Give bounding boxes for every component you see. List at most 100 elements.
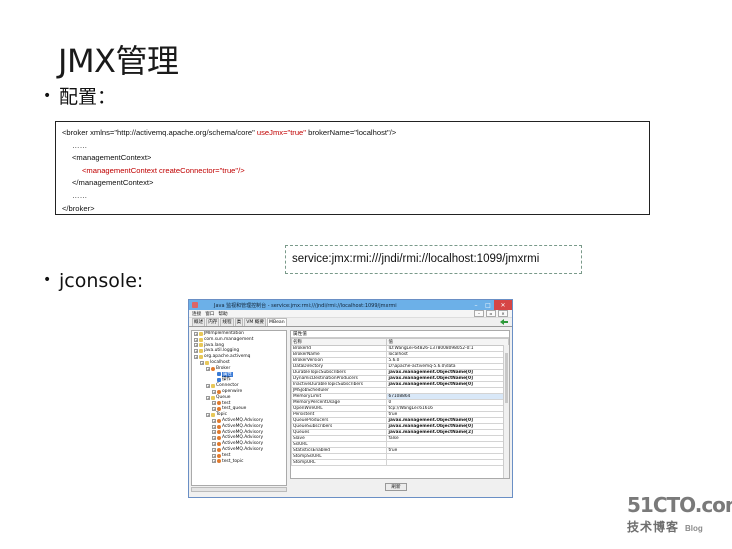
- tree-toggle-icon[interactable]: +: [206, 395, 210, 400]
- tab-3[interactable]: 类: [234, 318, 244, 326]
- tab-0[interactable]: 概述: [192, 318, 206, 326]
- code-line-broker-close: </broker>: [62, 203, 95, 213]
- mbean-icon: [217, 430, 221, 435]
- attribute-row[interactable]: StompURL: [291, 459, 509, 466]
- connection-icon[interactable]: [500, 319, 508, 325]
- code-line-create-connector: <managementContext createConnector="true…: [82, 165, 245, 175]
- folder-icon: [199, 337, 203, 342]
- folder-icon: [211, 384, 215, 389]
- bullet-jconsole-label: jconsole:: [59, 270, 144, 292]
- close-icon[interactable]: ✕: [494, 300, 512, 310]
- mbean-icon: [217, 442, 221, 447]
- inner-close-icon[interactable]: ×: [498, 310, 508, 317]
- tree-toggle-icon[interactable]: +: [212, 442, 216, 447]
- code-text: <broker xmlns="http://activemq.apache.or…: [62, 128, 257, 137]
- config-code-box: <broker xmlns="http://activemq.apache.or…: [55, 121, 650, 215]
- tree-toggle-icon[interactable]: +: [212, 407, 216, 412]
- tree-toggle-icon[interactable]: +: [212, 459, 216, 464]
- tree-toggle-icon[interactable]: +: [206, 413, 210, 418]
- mbean-icon: [217, 453, 221, 458]
- tree-toggle-icon[interactable]: +: [212, 401, 216, 406]
- jconsole-window: Java 监视和管理控制台 - service:jmx:rmi:///jndi/…: [188, 299, 513, 498]
- inner-restore-icon[interactable]: ▫: [486, 310, 496, 317]
- menu-item[interactable]: 连接: [192, 311, 201, 317]
- tree-toggle-icon[interactable]: +: [212, 453, 216, 458]
- tree-toggle-icon[interactable]: +: [194, 355, 198, 360]
- service-url-box: service:jmx:rmi:///jndi/rmi://localhost:…: [285, 245, 582, 274]
- window-controls: – □ ✕: [470, 300, 512, 310]
- attribute-icon: [217, 378, 221, 383]
- menubar: 连接 窗口 帮助 – ▫ ×: [189, 310, 512, 318]
- tree-toggle-icon[interactable]: +: [212, 418, 216, 423]
- java-app-icon: [192, 302, 198, 308]
- tree-toggle-icon[interactable]: +: [194, 331, 198, 336]
- tab-bar: 概述 内存 线程类 VM 概要 MBean: [189, 318, 512, 327]
- tree-toggle-icon[interactable]: +: [212, 424, 216, 429]
- folder-icon: [199, 349, 203, 354]
- tree-node[interactable]: + test_topic: [192, 459, 286, 465]
- code-text: brokerName="localhost"/>: [305, 128, 397, 137]
- code-highlight-usejmx: useJmx="true": [256, 128, 306, 137]
- tree-toggle-icon[interactable]: +: [200, 360, 204, 365]
- attribute-value[interactable]: [386, 459, 509, 466]
- tree-toggle-icon[interactable]: +: [212, 436, 216, 441]
- folder-icon: [205, 360, 209, 365]
- menu-item[interactable]: 帮助: [218, 311, 227, 317]
- tree-toggle-icon[interactable]: +: [206, 366, 210, 371]
- refresh-button[interactable]: 刷新: [385, 483, 407, 491]
- tab-1[interactable]: 内存: [206, 318, 220, 326]
- mbean-tree[interactable]: + JMImplementation + com.sun.management + jav…: [191, 330, 287, 486]
- slide-title: JMX管理: [58, 42, 179, 80]
- attribute-vertical-scrollbar[interactable]: [503, 345, 509, 478]
- tree-toggle-icon[interactable]: +: [206, 384, 210, 389]
- code-line-mgmt-close: </managementContext>: [72, 178, 154, 188]
- bullet-dot: •: [43, 272, 52, 288]
- window-title: Java 监视和管理控制台 - service:jmx:rmi:///jndi/…: [214, 302, 397, 309]
- attribute-name: StompURL: [291, 459, 388, 466]
- attribute-panel-title: 属性值: [291, 331, 509, 338]
- tree-node-label: test_topic: [222, 458, 244, 464]
- folder-icon: [199, 355, 203, 360]
- tree-toggle-icon[interactable]: +: [212, 447, 216, 452]
- inner-minimize-icon[interactable]: –: [474, 310, 484, 317]
- mbean-icon: [217, 436, 221, 441]
- code-line-mgmt-open: <managementContext>: [72, 153, 152, 163]
- tree-toggle-icon[interactable]: +: [212, 430, 216, 435]
- menu-item[interactable]: 窗口: [205, 311, 214, 317]
- mbean-icon: [217, 389, 221, 394]
- window-titlebar[interactable]: Java 监视和管理控制台 - service:jmx:rmi:///jndi/…: [189, 300, 512, 310]
- site-watermark: 51CTO.com 技术博客 Blog: [627, 493, 732, 535]
- tree-toggle-icon[interactable]: +: [194, 343, 198, 348]
- bullet-jconsole: • jconsole:: [43, 270, 143, 292]
- mbean-icon: [217, 459, 221, 464]
- mbean-icon: [217, 401, 221, 406]
- mbean-icon: [217, 424, 221, 429]
- tree-horizontal-scrollbar[interactable]: [191, 487, 287, 492]
- watermark-site: 51CTO.com: [627, 493, 732, 517]
- tree-toggle-icon[interactable]: +: [194, 337, 198, 342]
- column-header-name[interactable]: 名称: [291, 338, 388, 346]
- bullet-config: • 配置：: [43, 82, 116, 109]
- code-line-broker-open: <broker xmlns="http://activemq.apache.or…: [62, 127, 643, 140]
- tab-4[interactable]: VM 概要: [244, 318, 266, 326]
- maximize-icon[interactable]: □: [482, 300, 494, 310]
- folder-icon: [199, 343, 203, 348]
- attribute-table: 名称 值 BrokerId ID:WangLei-64826-1378008098…: [291, 338, 509, 466]
- mbean-icon: [211, 366, 215, 371]
- mbean-icon: [217, 407, 221, 412]
- watermark-cn: 技术博客: [627, 520, 680, 534]
- minimize-icon[interactable]: –: [470, 300, 482, 310]
- tab-2[interactable]: 线程: [220, 318, 234, 326]
- bullet-dot: •: [43, 88, 52, 104]
- attribute-panel: 属性值 名称 值 BrokerId ID:WangLei-64826-137800…: [290, 330, 510, 479]
- mbean-body: + JMImplementation + com.sun.management + jav…: [189, 328, 512, 497]
- scrollbar-thumb[interactable]: [505, 353, 508, 403]
- tab-5[interactable]: MBean: [266, 318, 287, 326]
- column-header-value[interactable]: 值: [386, 338, 509, 346]
- watermark-blog: Blog: [685, 524, 703, 533]
- attribute-icon: [217, 372, 221, 377]
- tree-toggle-icon[interactable]: +: [194, 349, 198, 354]
- folder-icon: [211, 395, 215, 400]
- tree-toggle-icon[interactable]: +: [212, 389, 216, 394]
- mbean-icon: [217, 418, 221, 423]
